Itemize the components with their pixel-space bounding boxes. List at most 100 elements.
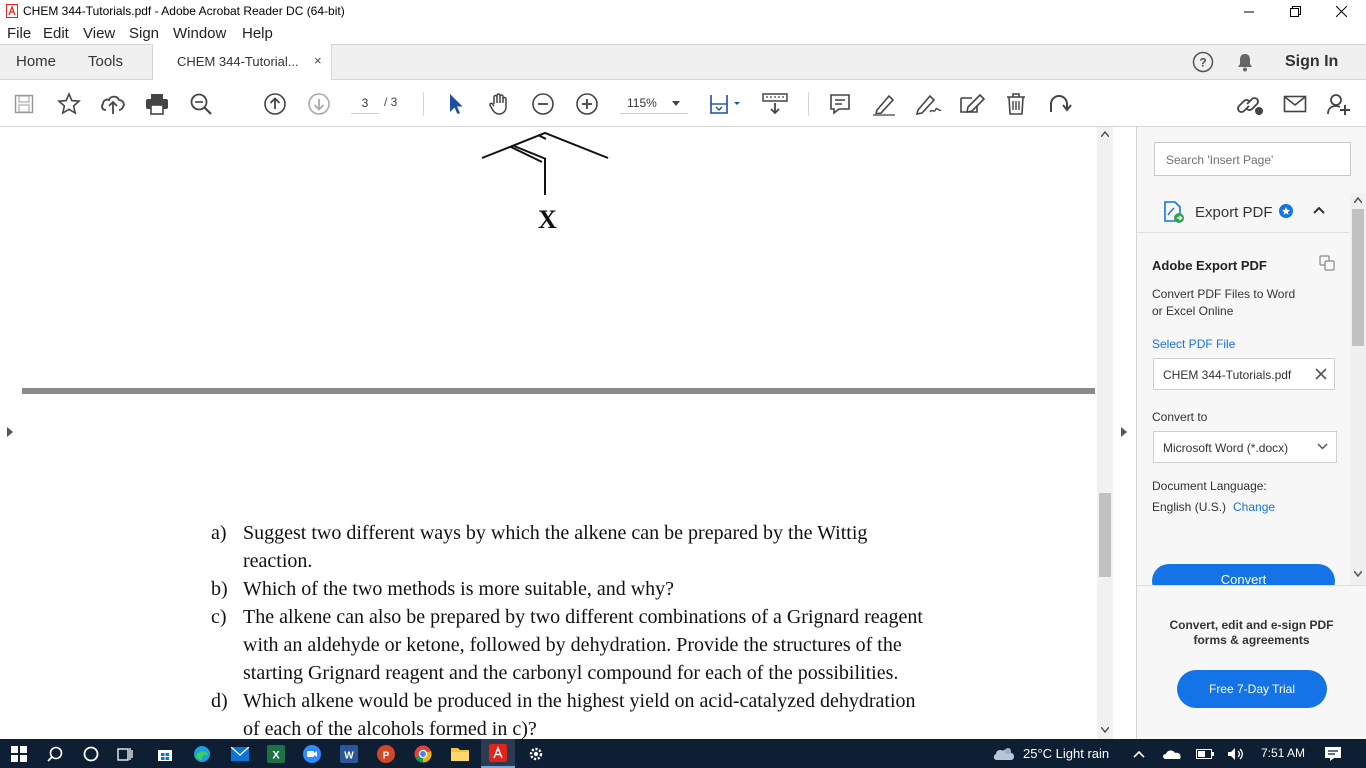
minimize-button[interactable] [1226,0,1272,23]
previous-page-icon[interactable] [262,80,288,127]
tab-home[interactable]: Home [16,53,56,70]
mail-app-icon[interactable] [228,739,252,768]
menu-window[interactable]: Window [173,25,226,42]
add-user-icon[interactable] [1324,80,1354,127]
tab-document[interactable]: CHEM 344-Tutorial... × [152,44,332,81]
fill-sign-icon[interactable] [958,80,986,127]
menu-view[interactable]: View [83,25,115,42]
select-cursor-icon[interactable] [444,80,466,127]
scroll-down-icon[interactable] [1101,727,1109,733]
upload-cloud-icon[interactable] [100,80,126,127]
print-icon[interactable] [144,80,170,127]
notification-center-icon[interactable] [1320,739,1346,768]
panel-scrollbar[interactable] [1350,193,1366,585]
panel-scroll-up-icon[interactable] [1354,197,1362,203]
question-c-letter: c) [211,606,227,628]
zoom-in-icon[interactable] [574,80,600,127]
scroll-up-icon[interactable] [1101,131,1109,137]
volume-icon[interactable] [1224,739,1248,768]
convert-to-label: Convert to [1152,410,1208,424]
svg-text:P: P [383,750,390,761]
adobe-export-pdf-heading: Adobe Export PDF [1152,258,1267,273]
highlight-pen-icon[interactable] [870,80,898,127]
change-language-link[interactable]: Change [1233,500,1275,514]
menu-sign[interactable]: Sign [129,25,159,42]
hand-tool-icon[interactable] [486,80,512,127]
question-d-line-1: Which alkene would be produced in the hi… [243,690,916,712]
zoom-search-icon[interactable] [188,80,214,127]
settings-gear-icon[interactable] [524,739,548,768]
free-trial-button[interactable]: Free 7-Day Trial [1177,670,1327,708]
remove-file-icon[interactable] [1315,368,1327,380]
search-tools-input[interactable]: Search 'Insert Page' [1154,142,1351,176]
sign-in-link[interactable]: Sign In [1285,53,1338,71]
taskbar-search-icon[interactable] [42,739,68,768]
collapse-right-panel-icon[interactable] [1120,426,1128,438]
powerpoint-app-icon[interactable]: P [374,739,398,768]
windows-start-icon[interactable] [6,739,32,768]
onedrive-cloud-icon[interactable] [1160,739,1184,768]
notification-bell-icon[interactable] [1236,52,1254,72]
zoom-app-icon[interactable] [300,739,324,768]
toolbar: 3 / 3 115% [0,80,1366,127]
file-explorer-icon[interactable] [448,739,472,768]
document-scrollbar[interactable] [1097,127,1113,739]
question-b-line-1: Which of the two methods is more suitabl… [243,578,675,600]
selected-file-name: CHEM 344-Tutorials.pdf [1163,368,1292,382]
panel-divider [1137,232,1349,233]
zoom-out-icon[interactable] [530,80,556,127]
taskbar-clock[interactable]: 7:51 AM [1261,746,1305,760]
menu-edit[interactable]: Edit [43,25,69,42]
premium-badge-icon [1279,204,1293,218]
file-convert-icon [1319,255,1335,271]
select-pdf-file-link[interactable]: Select PDF File [1152,337,1235,351]
sign-pen-icon[interactable] [914,80,942,127]
tab-tools[interactable]: Tools [88,53,123,70]
task-view-icon[interactable] [112,739,138,768]
selected-file-field[interactable]: CHEM 344-Tutorials.pdf [1153,358,1335,390]
scroll-mode-icon[interactable] [760,80,790,127]
export-pdf-title[interactable]: Export PDF [1195,204,1273,221]
document-language-label: Document Language: [1152,479,1267,493]
email-icon[interactable] [1280,80,1310,127]
expand-left-panel-icon[interactable] [6,426,14,438]
alkene-structure [481,131,609,195]
zoom-level-select[interactable]: 115% [620,92,688,114]
document-viewport[interactable]: X a) Suggest two different ways by which… [0,127,1113,739]
svg-text:?: ? [1199,56,1206,70]
chevron-up-icon[interactable] [1313,206,1325,214]
save-icon[interactable] [12,80,36,127]
cortana-icon[interactable] [78,739,104,768]
panel-scrollbar-thumb[interactable] [1352,209,1364,346]
delete-trash-icon[interactable] [1002,80,1030,127]
weather-text[interactable]: 25°C Light rain [1023,746,1109,761]
comment-icon[interactable] [826,80,854,127]
document-tab-label: CHEM 344-Tutorial... [177,54,299,69]
export-pdf-icon [1164,201,1184,223]
menu-help[interactable]: Help [242,25,273,42]
battery-icon[interactable] [1194,739,1216,768]
tray-chevron-up-icon[interactable] [1130,739,1148,768]
help-icon[interactable]: ? [1192,51,1214,73]
close-tab-icon[interactable]: × [314,53,322,68]
menu-file[interactable]: File [7,25,31,42]
fit-page-icon[interactable] [706,80,742,127]
rotate-icon[interactable] [1046,80,1074,127]
chrome-browser-icon[interactable] [411,739,435,768]
next-page-icon[interactable] [306,80,332,127]
question-c-line-1: The alkene can also be prepared by two d… [243,606,923,628]
share-link-icon[interactable] [1236,80,1266,127]
panel-scroll-down-icon[interactable] [1354,571,1362,577]
convert-format-select[interactable]: Microsoft Word (*.docx) [1153,431,1337,463]
restore-button[interactable] [1272,0,1318,23]
store-app-icon[interactable] [153,739,177,768]
page-number-input[interactable]: 3 [351,92,379,114]
page-total: / 3 [384,95,398,109]
bookmark-star-icon[interactable] [56,80,82,127]
edge-browser-icon[interactable] [190,739,214,768]
acrobat-taskbar-icon[interactable] [481,739,515,768]
scrollbar-thumb[interactable] [1099,493,1111,577]
close-window-button[interactable] [1318,0,1364,23]
word-app-icon[interactable]: W [337,739,361,768]
excel-app-icon[interactable]: X [264,739,288,768]
